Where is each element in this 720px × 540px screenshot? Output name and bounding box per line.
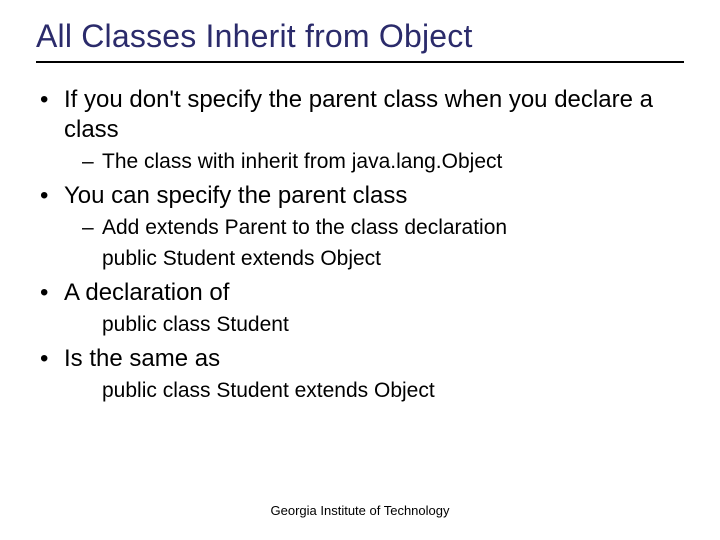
title-underline xyxy=(36,61,684,63)
sub-bullet-item: public Student extends Object xyxy=(82,246,684,272)
bullet-item: If you don't specify the parent class wh… xyxy=(38,85,684,175)
sub-bullet-list: public class Student xyxy=(64,312,684,338)
slide: All Classes Inherit from Object If you d… xyxy=(0,0,720,540)
bullet-list: If you don't specify the parent class wh… xyxy=(36,85,684,404)
sub-bullet-item: The class with inherit from java.lang.Ob… xyxy=(82,149,684,175)
bullet-item: You can specify the parent class Add ext… xyxy=(38,181,684,272)
sub-bullet-item: public class Student extends Object xyxy=(82,378,684,404)
sub-bullet-list: Add extends Parent to the class declarat… xyxy=(64,215,684,272)
bullet-item: Is the same as public class Student exte… xyxy=(38,344,684,404)
sub-bullet-text: The class with inherit from java.lang.Ob… xyxy=(102,150,502,173)
footer-text: Georgia Institute of Technology xyxy=(0,503,720,518)
sub-bullet-text: public class Student extends Object xyxy=(102,379,435,402)
sub-bullet-list: public class Student extends Object xyxy=(64,378,684,404)
sub-bullet-item: Add extends Parent to the class declarat… xyxy=(82,215,684,241)
bullet-item: A declaration of public class Student xyxy=(38,278,684,338)
sub-bullet-item: public class Student xyxy=(82,312,684,338)
sub-bullet-list: The class with inherit from java.lang.Ob… xyxy=(64,149,684,175)
slide-title: All Classes Inherit from Object xyxy=(36,18,684,55)
sub-bullet-text: public Student extends Object xyxy=(102,247,381,270)
bullet-text: Is the same as xyxy=(64,345,220,372)
bullet-text: You can specify the parent class xyxy=(64,182,407,209)
sub-bullet-text: Add extends Parent to the class declarat… xyxy=(102,216,507,239)
bullet-text: A declaration of xyxy=(64,279,229,306)
bullet-text: If you don't specify the parent class wh… xyxy=(64,86,653,143)
sub-bullet-text: public class Student xyxy=(102,313,289,336)
